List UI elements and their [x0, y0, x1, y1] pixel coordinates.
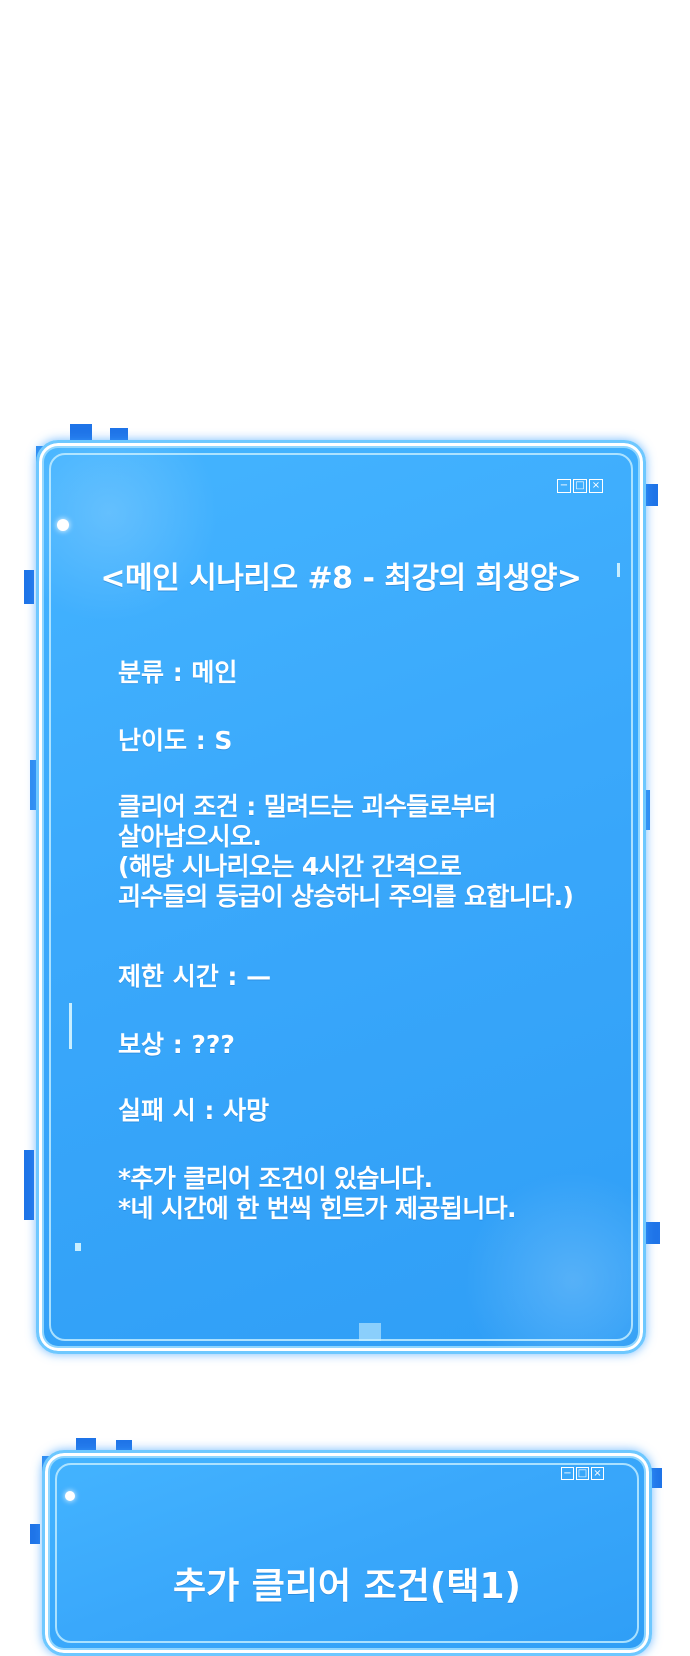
- extra-condition-title: 추가 클리어 조건(택1): [173, 1566, 521, 1607]
- category-line: 분류 : 메인: [118, 658, 238, 687]
- difficulty-line: 난이도 : S: [118, 726, 233, 755]
- clear-condition-line: 클리어 조건 : 밀려드는 괴수들로부터 살아남으시오. (해당 시나리오는 4…: [118, 792, 574, 911]
- deco-block: [30, 1524, 40, 1544]
- minimize-icon[interactable]: −: [557, 479, 571, 493]
- time-limit-line: 제한 시간 : —: [118, 962, 272, 991]
- failure-line: 실패 시 : 사망: [118, 1096, 270, 1125]
- window-controls: − □ ×: [561, 1467, 604, 1480]
- reward-line: 보상 : ???: [118, 1030, 235, 1059]
- deco-block: [24, 1150, 34, 1220]
- deco-block: [116, 1440, 132, 1450]
- indicator-dot: [57, 519, 69, 531]
- close-icon[interactable]: ×: [591, 1467, 604, 1480]
- deco-block: [24, 570, 34, 604]
- maximize-icon[interactable]: □: [573, 479, 587, 493]
- close-icon[interactable]: ×: [589, 479, 603, 493]
- deco-tick: [69, 1003, 72, 1049]
- minimize-icon[interactable]: −: [561, 1467, 574, 1480]
- window-controls: − □ ×: [557, 479, 603, 493]
- maximize-icon[interactable]: □: [576, 1467, 589, 1480]
- panel-inner-frame: [55, 1463, 639, 1643]
- extra-condition-panel: − □ × 추가 클리어 조건(택1): [42, 1450, 652, 1656]
- notes-line: *추가 클리어 조건이 있습니다. *네 시간에 한 번씩 힌트가 제공됩니다.: [118, 1164, 516, 1223]
- scenario-title: <메인 시나리오 #8 - 최강의 희생양>: [100, 561, 582, 596]
- deco-tick: [75, 1243, 81, 1251]
- indicator-dot: [65, 1491, 75, 1501]
- deco-tick: [359, 1323, 381, 1341]
- deco-block: [110, 428, 128, 440]
